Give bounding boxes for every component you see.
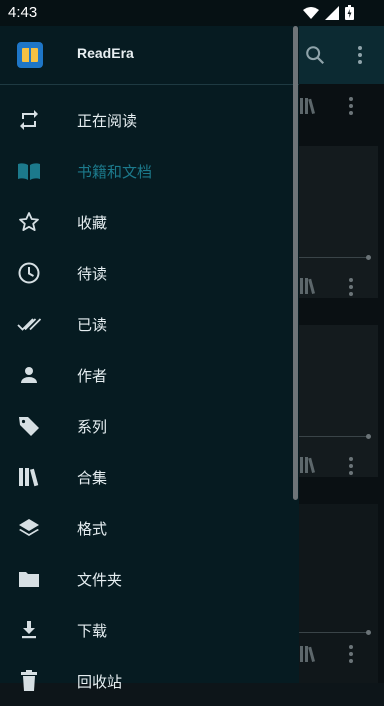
app-name: ReadEra [77,45,134,61]
drawer-item-label: 已读 [77,316,108,334]
book-row[interactable] [298,84,384,128]
book-progress-dot [366,255,371,260]
drawer-item-label: 合集 [77,469,108,487]
drawer-item-label: 书籍和文档 [77,163,153,181]
double-check-icon [17,318,41,331]
trash-icon [21,670,37,691]
book-progress-track [298,436,368,437]
book-stack-icon [300,646,316,662]
download-icon [22,621,36,639]
status-time: 4:43 [8,4,38,21]
book-progress-track [298,632,368,633]
drawer-item-favorites[interactable]: 收藏 [0,196,299,247]
drawer-item-label: 正在阅读 [77,112,138,130]
repeat-icon [20,110,38,130]
book-stack-icon [300,98,316,114]
status-icons [303,5,354,20]
search-icon[interactable] [304,44,326,66]
status-bar: 4:43 [0,0,384,26]
signal-icon [325,5,339,20]
drawer-item-label: 系列 [77,418,108,436]
book-menu-icon[interactable] [347,96,355,116]
person-icon [21,367,37,383]
drawer-item-trash[interactable]: 回收站 [0,655,299,706]
book-menu-icon[interactable] [347,277,355,297]
book-stack-icon [300,278,316,294]
drawer-item-folders[interactable]: 文件夹 [0,553,299,604]
drawer-item-label: 回收站 [77,673,123,691]
book-card[interactable] [298,146,378,298]
battery-icon [345,5,354,20]
folder-icon [19,572,39,587]
drawer-item-now-reading[interactable]: 正在阅读 [0,94,299,145]
drawer-header: ReadEra [0,26,299,85]
drawer-item-have-read[interactable]: 已读 [0,298,299,349]
book-stack-icon [300,457,316,473]
drawer-item-to-read[interactable]: 待读 [0,247,299,298]
drawer-item-label: 格式 [77,520,108,538]
drawer-item-label: 收藏 [77,214,108,232]
book-menu-icon[interactable] [347,456,355,476]
clock-icon [18,262,40,284]
drawer-item-downloads[interactable]: 下载 [0,604,299,655]
drawer-item-series[interactable]: 系列 [0,400,299,451]
drawer-item-label: 文件夹 [77,571,123,589]
tag-icon [19,417,39,436]
book-progress-dot [366,434,371,439]
book-progress-dot [366,630,371,635]
navigation-drawer: ReadEra 正在阅读 书籍和文档 收藏 待读 已读 作者 系列 合集 格式 [0,26,299,691]
book-card[interactable] [298,325,378,477]
drawer-item-label: 待读 [77,265,108,283]
drawer-item-label: 下载 [77,622,108,640]
more-vert-icon[interactable] [356,44,364,66]
book-progress-track [298,257,368,258]
drawer-item-collections[interactable]: 合集 [0,451,299,502]
star-icon [19,212,39,231]
wifi-icon [303,6,319,19]
drawer-scrollbar[interactable] [293,26,298,500]
drawer-item-formats[interactable]: 格式 [0,502,299,553]
layers-icon [19,519,39,536]
library-icon [19,468,39,487]
app-logo-icon [17,42,43,68]
book-menu-icon[interactable] [347,644,355,664]
book-card[interactable] [298,504,378,683]
drawer-item-authors[interactable]: 作者 [0,349,299,400]
book-open-icon [18,163,40,180]
drawer-item-books-documents[interactable]: 书籍和文档 [0,145,299,196]
drawer-item-label: 作者 [77,367,108,385]
